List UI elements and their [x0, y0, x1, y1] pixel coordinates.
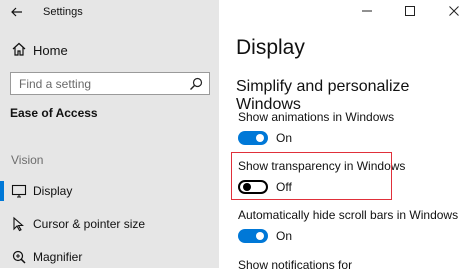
app-title: Settings — [43, 6, 83, 18]
cursor-icon — [13, 216, 24, 232]
sidebar-item-label: Cursor & pointer size — [33, 217, 146, 231]
back-button[interactable] — [7, 3, 27, 21]
sidebar-item-display[interactable]: Display — [0, 180, 219, 202]
setting-title: Show animations in Windows — [238, 110, 395, 124]
toggle-state: On — [276, 229, 293, 243]
group-label: Vision — [11, 153, 44, 167]
animations-toggle[interactable] — [238, 131, 268, 145]
sidebar-item-magnifier[interactable]: Magnifier — [0, 246, 219, 268]
sidebar-item-cursor-pointer-size[interactable]: Cursor & pointer size — [0, 213, 219, 235]
toggle-state: On — [276, 131, 293, 145]
sidebar: Settings Home Find a setting Ease of Acc… — [0, 0, 219, 268]
toggle-knob — [256, 134, 264, 142]
title-bar: Settings — [0, 0, 219, 26]
setting-show-animations: Show animations in Windows On — [238, 110, 468, 149]
magnifier-icon — [12, 250, 26, 264]
search-placeholder: Find a setting — [19, 77, 92, 91]
search-icon[interactable] — [189, 77, 203, 91]
setting-title: Automatically hide scroll bars in Window… — [238, 208, 459, 222]
section-title: Ease of Access — [10, 106, 98, 120]
search-input[interactable]: Find a setting — [10, 72, 210, 95]
sidebar-item-label: Display — [33, 184, 73, 198]
setting-title: Show notifications for — [238, 258, 353, 272]
scroll-bars-toggle[interactable] — [238, 229, 268, 243]
highlight-annotation — [231, 152, 392, 200]
nav-home[interactable]: Home — [0, 38, 219, 62]
main-content: Display Simplify and personalize Windows… — [219, 0, 474, 272]
toggle-knob — [256, 232, 264, 240]
home-icon — [12, 42, 26, 56]
page-title: Display — [236, 36, 305, 59]
selection-indicator — [0, 181, 4, 201]
back-arrow-icon — [11, 7, 22, 17]
nav-home-label: Home — [33, 43, 68, 58]
setting-hide-scroll-bars: Automatically hide scroll bars in Window… — [238, 208, 468, 247]
page-subtitle: Simplify and personalize Windows — [236, 78, 410, 113]
settings-window: Settings Home Find a setting Ease of Acc… — [0, 0, 474, 272]
sidebar-item-label: Magnifier — [33, 250, 83, 264]
display-icon — [11, 184, 27, 198]
setting-show-notifications: Show notifications for — [238, 258, 468, 272]
